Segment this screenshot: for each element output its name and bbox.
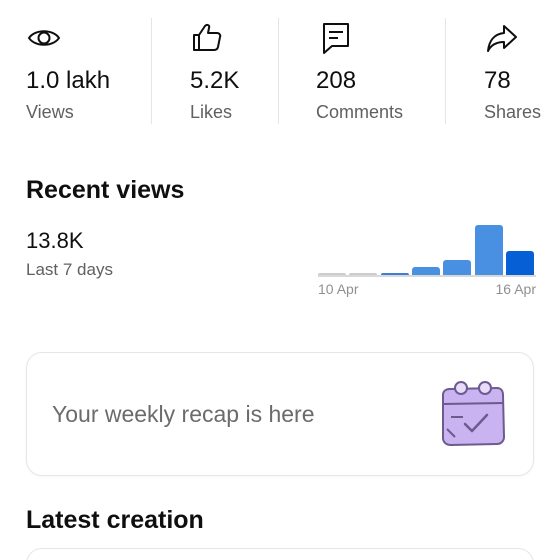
latest-creation-card[interactable] bbox=[26, 548, 534, 560]
calendar-recap-icon bbox=[442, 381, 506, 447]
divider bbox=[151, 18, 152, 124]
weekly-recap-card[interactable]: Your weekly recap is here bbox=[26, 352, 534, 476]
stat-views-value: 1.0 lakh bbox=[26, 67, 111, 94]
recent-views-title: Recent views bbox=[26, 176, 185, 204]
eye-icon bbox=[27, 30, 61, 46]
chart-bar[interactable] bbox=[349, 273, 378, 275]
tick-label-start: 10 Apr bbox=[318, 281, 359, 297]
stat-shares-value: 78 bbox=[484, 67, 511, 94]
chart-baseline bbox=[318, 275, 536, 277]
weekly-recap-text: Your weekly recap is here bbox=[52, 401, 315, 427]
stats-row: 1.0 lakh Views 5.2K Likes 208 Comments 7… bbox=[0, 0, 560, 130]
stat-shares[interactable]: 78 Shares bbox=[484, 0, 560, 130]
latest-creation-title: Latest creation bbox=[26, 506, 204, 534]
share-icon bbox=[487, 25, 517, 52]
stat-views-label: Views bbox=[26, 102, 74, 122]
divider bbox=[278, 18, 279, 124]
stat-comments[interactable]: 208 Comments bbox=[316, 0, 436, 130]
chart-bar[interactable] bbox=[443, 259, 472, 275]
comment-icon bbox=[323, 23, 349, 54]
divider bbox=[445, 18, 446, 124]
stat-likes-label: Likes bbox=[190, 102, 233, 122]
recent-views-chart[interactable]: 10 Apr 16 Apr bbox=[310, 218, 546, 308]
chart-bar[interactable] bbox=[380, 272, 409, 275]
thumbs-up-icon bbox=[193, 23, 222, 51]
chart-bar[interactable] bbox=[505, 250, 534, 275]
chart-bar[interactable] bbox=[411, 266, 440, 275]
stat-shares-label: Shares bbox=[484, 102, 542, 122]
stat-views[interactable]: 1.0 lakh Views bbox=[26, 0, 146, 130]
stat-comments-value: 208 bbox=[316, 67, 357, 94]
recent-views-period: Last 7 days bbox=[26, 260, 113, 279]
chart-bar[interactable] bbox=[474, 225, 503, 275]
stat-comments-label: Comments bbox=[316, 102, 404, 122]
stat-likes[interactable]: 5.2K Likes bbox=[190, 0, 280, 130]
stat-likes-value: 5.2K bbox=[190, 67, 240, 94]
recent-views-value: 13.8K bbox=[26, 228, 84, 253]
chart-bar[interactable] bbox=[318, 273, 346, 275]
tick-label-end: 16 Apr bbox=[495, 281, 536, 297]
